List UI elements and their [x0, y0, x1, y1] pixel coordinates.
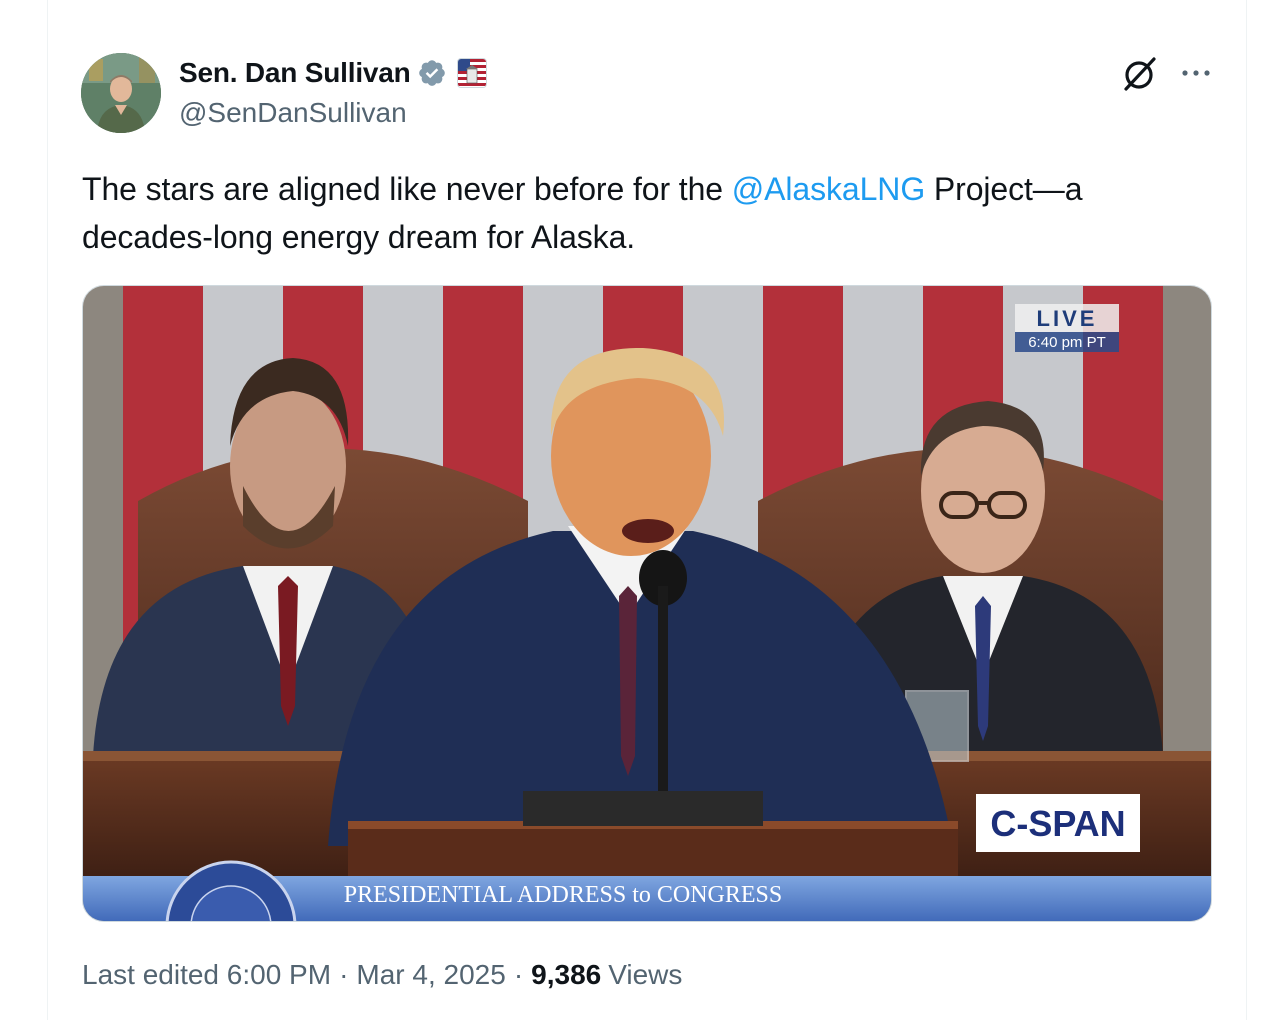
author-name[interactable]: Sen. Dan Sullivan	[179, 57, 411, 89]
tweet-time[interactable]: 6:00 PM	[227, 959, 331, 991]
verified-badge-icon[interactable]	[417, 58, 447, 88]
network-logo-text: C-SPAN	[990, 803, 1125, 844]
banner-text: PRESIDENTIAL ADDRESS to CONGRESS	[344, 882, 783, 908]
edited-label[interactable]: Last edited	[82, 959, 219, 991]
separator: ·	[339, 959, 349, 990]
avatar-image	[81, 53, 161, 133]
tweet-meta: Last edited 6:00 PM · Mar 4, 2025 · 9,386 Vie…	[82, 952, 682, 998]
separator: ·	[513, 959, 524, 990]
more-options-icon[interactable]	[1178, 58, 1214, 88]
us-senate-badge-icon[interactable]	[456, 58, 487, 88]
tweet-date[interactable]: Mar 4, 2025	[356, 959, 505, 991]
views-count: 9,386	[531, 959, 602, 990]
live-badge: LIVE 6:40 pm PT	[1015, 304, 1119, 352]
mention-link[interactable]: @AlaskaLNG	[732, 171, 925, 207]
tweet-media-image[interactable]: LIVE 6:40 pm PT C-SPAN PRESIDENTIAL ADDR…	[82, 285, 1212, 922]
tweet-card: Sen. Dan Sullivan @SenDanSullivan The st…	[47, 0, 1247, 1020]
views-label: Views	[608, 959, 683, 990]
cspan-logo: C-SPAN	[976, 794, 1140, 852]
tweet-text: The stars are aligned like never before …	[82, 165, 1202, 261]
live-time: 6:40 pm PT	[1028, 334, 1106, 351]
author-handle[interactable]: @SenDanSullivan	[179, 97, 407, 129]
tweet-text-part-1: The stars are aligned like never before …	[82, 171, 732, 207]
live-label: LIVE	[1037, 306, 1098, 331]
author-avatar[interactable]	[81, 53, 161, 133]
author-name-row: Sen. Dan Sullivan	[179, 56, 487, 90]
grok-icon[interactable]	[1120, 54, 1160, 94]
